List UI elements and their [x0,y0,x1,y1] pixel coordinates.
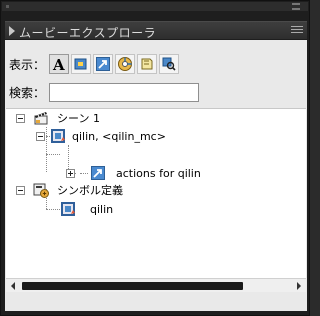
collapse-toggle[interactable] [16,185,25,195]
scene-label: シーン 1 [57,112,100,125]
tree-item-actions[interactable]: actions for qilin [66,164,201,182]
window-top-strip [2,2,308,11]
expand-toggle[interactable] [66,168,75,178]
movieclip-icon [61,202,75,216]
video-sound-bitmap-icon [118,57,133,71]
horizontal-scrollbar[interactable] [6,278,306,292]
search-label: 検索： [9,85,46,100]
tree-connector [46,154,60,155]
collapse-bar-icon[interactable] [292,3,300,10]
show-frames-layers-button[interactable] [137,54,158,74]
show-buttons-movieclips-button[interactable] [71,54,92,74]
panel-menu-icon[interactable] [291,26,303,36]
panel-body: 表示： A 検索： シーン 1 qilin, <qilin_mc> action… [5,40,307,311]
movie-explorer-window: ムービーエクスプローラ 表示： A 検索： シーン 1 qilin, <qili… [0,0,310,316]
scrollbar-thumb[interactable] [22,282,243,290]
instance-label: qilin, <qilin_mc> [72,129,166,143]
customize-items-button[interactable] [159,54,180,74]
grip-icon [6,5,9,8]
actionscript-icon [91,166,105,180]
show-label: 表示： [9,57,46,72]
svg-text:A: A [52,56,65,72]
symbol-definitions-label: シンボル定義 [57,184,123,197]
scroll-left-icon[interactable] [11,282,15,290]
panel-title: ムービーエクスプローラ [19,26,157,40]
symbol-item-label: qilin [90,202,114,216]
tree-item-symbol[interactable]: qilin [60,200,113,218]
tree-item-instance[interactable]: qilin, <qilin_mc> [36,127,166,145]
tree-connector [46,209,60,210]
show-actionscripts-button[interactable] [93,54,114,74]
panel-footer [6,292,306,311]
scroll-right-icon[interactable] [297,282,301,290]
search-row: 検索： [9,82,200,102]
tree-item-scene[interactable]: シーン 1 [16,109,100,127]
collapse-toggle[interactable] [36,131,45,141]
text-icon: A [52,56,65,72]
symbol-definitions-icon [33,183,49,198]
tree-item-symbol-definitions[interactable]: シンボル定義 [16,181,123,199]
show-toolbar: 表示： A [9,54,181,74]
panel-titlebar[interactable]: ムービーエクスプローラ [5,21,307,40]
customize-icon [162,57,176,71]
search-input[interactable] [49,82,200,102]
frames-icon [141,58,153,70]
movieclip-icon [51,129,65,143]
expand-arrow-icon[interactable] [9,26,15,36]
movie-tree: シーン 1 qilin, <qilin_mc> actions for qili… [6,108,306,278]
show-text-button[interactable]: A [49,54,70,74]
actions-label: actions for qilin [116,166,201,180]
button-icon [74,58,87,70]
scene-clapper-icon [34,112,48,125]
show-video-sound-bitmap-button[interactable] [115,54,136,74]
actionscript-icon [96,57,111,71]
collapse-toggle[interactable] [16,113,25,123]
